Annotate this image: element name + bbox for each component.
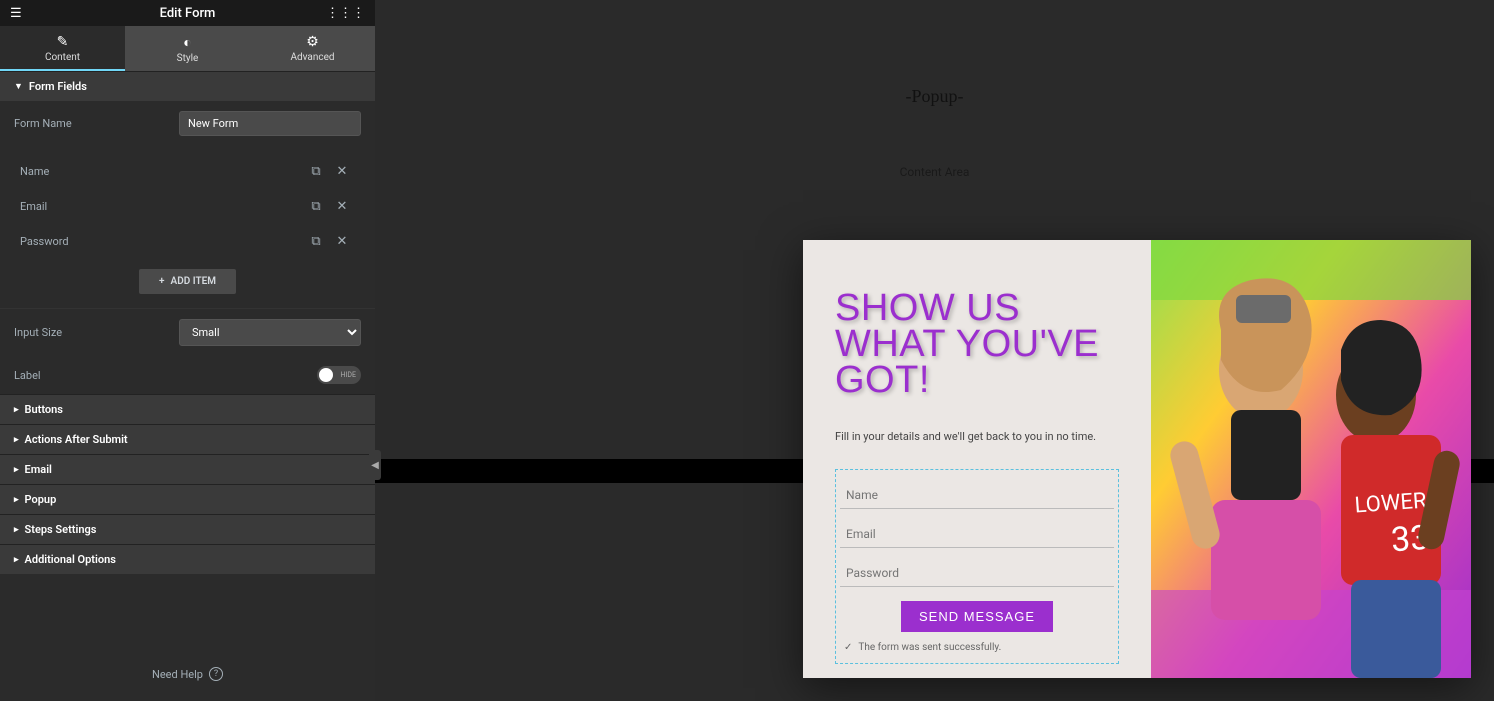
- menu-icon[interactable]: ☰: [10, 6, 22, 21]
- add-item-label: ADD ITEM: [171, 276, 216, 287]
- copy-icon[interactable]: ⧉: [303, 164, 329, 179]
- section-actions-after-submit[interactable]: ▸ Actions After Submit: [0, 424, 375, 454]
- plus-icon: +: [159, 276, 165, 287]
- copy-icon[interactable]: ⧉: [303, 199, 329, 214]
- popup-form-widget[interactable]: SEND MESSAGE The form was sent successfu…: [835, 469, 1119, 664]
- section-form-fields-label: Form Fields: [29, 80, 87, 93]
- chevron-right-icon: ▸: [14, 555, 19, 565]
- field-item-email[interactable]: Email ⧉ ✕: [0, 189, 375, 224]
- popup-content: SHOW US WHAT YOU'VE GOT! Fill in your de…: [803, 240, 1151, 678]
- input-size-select[interactable]: Small: [179, 319, 361, 346]
- close-icon[interactable]: ✕: [329, 199, 355, 214]
- close-icon[interactable]: ✕: [329, 234, 355, 249]
- question-icon: ?: [209, 667, 223, 681]
- section-actions-label: Actions After Submit: [25, 433, 128, 446]
- section-email[interactable]: ▸ Email: [0, 454, 375, 484]
- input-size-label: Input Size: [14, 326, 179, 339]
- label-toggle-row: Label HIDE: [0, 356, 375, 394]
- need-help-label: Need Help: [152, 668, 203, 681]
- popup-description: Fill in your details and we'll get back …: [835, 430, 1119, 443]
- chevron-right-icon: ▸: [14, 435, 19, 445]
- field-item-label: Password: [20, 235, 303, 248]
- tab-style[interactable]: ◐ Style: [125, 26, 250, 71]
- popup-name-input[interactable]: [840, 470, 1114, 509]
- tab-advanced-label: Advanced: [290, 52, 334, 63]
- editor-sidebar: ☰ Edit Form ⋮⋮⋮ ✎ Content ◐ Style ⚙ Adva…: [0, 0, 375, 701]
- copy-icon[interactable]: ⧉: [303, 234, 329, 249]
- field-item-label: Name: [20, 165, 303, 178]
- field-item-name[interactable]: Name ⧉ ✕: [0, 154, 375, 189]
- popup-success-message: The form was sent successfully.: [840, 642, 1114, 653]
- gear-icon: ⚙: [250, 34, 375, 50]
- section-popup[interactable]: ▸ Popup: [0, 484, 375, 514]
- section-email-label: Email: [25, 463, 52, 476]
- need-help-link[interactable]: Need Help ?: [0, 647, 375, 701]
- label-toggle[interactable]: HIDE: [317, 366, 361, 384]
- toggle-knob: [319, 368, 333, 382]
- popup-image: LOWER 33: [1151, 240, 1471, 678]
- collapse-sidebar-handle[interactable]: ◀: [369, 450, 381, 480]
- chevron-right-icon: ▸: [14, 495, 19, 505]
- form-name-input[interactable]: [179, 111, 361, 136]
- toggle-state-label: HIDE: [341, 371, 356, 379]
- tab-advanced[interactable]: ⚙ Advanced: [250, 26, 375, 71]
- chevron-right-icon: ▸: [14, 525, 19, 535]
- close-icon[interactable]: ✕: [329, 164, 355, 179]
- popup-heading: SHOW US WHAT YOU'VE GOT!: [835, 290, 1119, 398]
- apps-icon[interactable]: ⋮⋮⋮: [326, 6, 365, 21]
- field-item-label: Email: [20, 200, 303, 213]
- section-popup-label: Popup: [25, 493, 57, 506]
- section-buttons[interactable]: ▸ Buttons: [0, 394, 375, 424]
- svg-text:LOWER: LOWER: [1354, 489, 1428, 519]
- popup-password-input[interactable]: [840, 548, 1114, 587]
- editor-tabs: ✎ Content ◐ Style ⚙ Advanced: [0, 26, 375, 71]
- form-name-label: Form Name: [14, 117, 179, 130]
- section-form-fields[interactable]: ▼ Form Fields: [0, 71, 375, 101]
- chevron-right-icon: ▸: [14, 405, 19, 415]
- contrast-icon: ◐: [125, 34, 250, 51]
- page-title: Edit Form: [160, 6, 216, 21]
- section-steps-label: Steps Settings: [25, 523, 97, 536]
- popup-email-input[interactable]: [840, 509, 1114, 548]
- tab-content[interactable]: ✎ Content: [0, 26, 125, 71]
- label-toggle-label: Label: [14, 369, 179, 382]
- input-size-row: Input Size Small: [0, 309, 375, 356]
- tab-style-label: Style: [177, 53, 199, 64]
- section-buttons-label: Buttons: [25, 403, 63, 416]
- tab-content-label: Content: [45, 52, 80, 63]
- send-message-button[interactable]: SEND MESSAGE: [901, 601, 1053, 632]
- chevron-right-icon: ▸: [14, 465, 19, 475]
- chevron-down-icon: ▼: [14, 81, 23, 92]
- section-steps-settings[interactable]: ▸ Steps Settings: [0, 514, 375, 544]
- section-additional-label: Additional Options: [25, 553, 116, 566]
- section-additional-options[interactable]: ▸ Additional Options: [0, 544, 375, 574]
- field-item-password[interactable]: Password ⧉ ✕: [0, 224, 375, 259]
- form-name-row: Form Name: [0, 101, 375, 146]
- popup-preview: SHOW US WHAT YOU'VE GOT! Fill in your de…: [803, 240, 1471, 678]
- pencil-icon: ✎: [0, 34, 125, 50]
- add-item-button[interactable]: + ADD ITEM: [139, 269, 236, 294]
- sidebar-header: ☰ Edit Form ⋮⋮⋮: [0, 0, 375, 26]
